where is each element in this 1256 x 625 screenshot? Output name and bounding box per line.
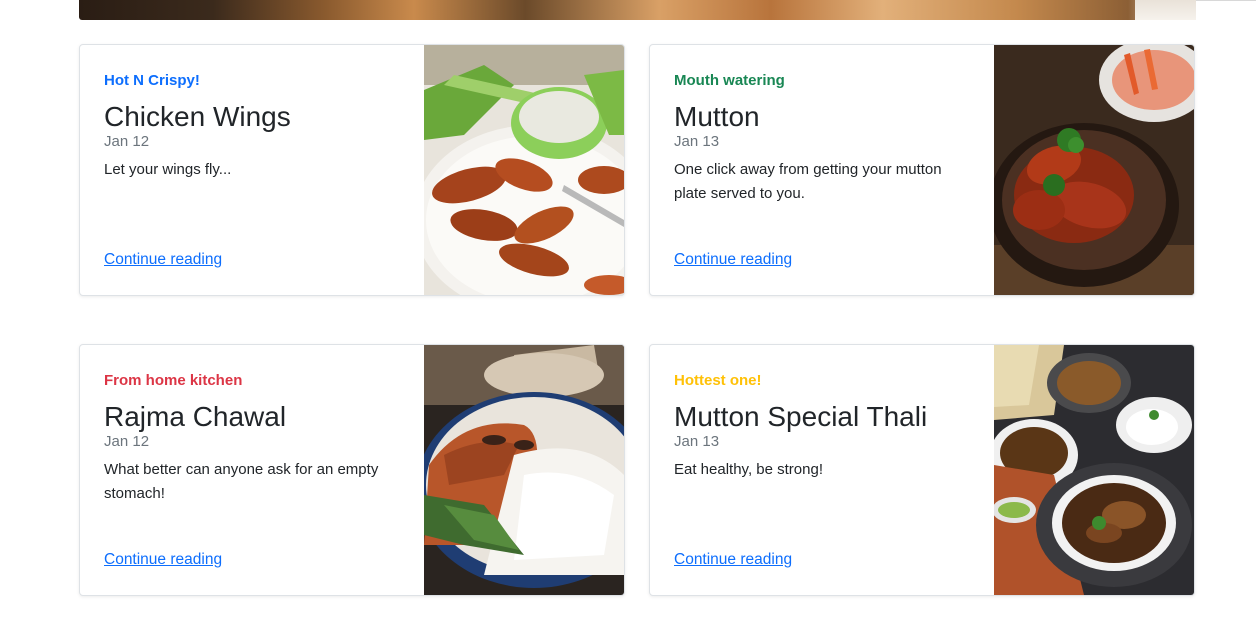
continue-reading-link[interactable]: Continue reading <box>674 551 792 569</box>
chicken-wings-image <box>424 45 624 295</box>
card-date: Jan 13 <box>674 133 720 150</box>
card-excerpt: What better can anyone ask for an empty … <box>104 461 379 502</box>
card-excerpt: One click away from getting your mutton … <box>674 161 942 202</box>
card-excerpt: Eat healthy, be strong! <box>674 461 823 478</box>
featured-card-mutton: Mouth watering Mutton Jan 13 One click a… <box>649 44 1195 296</box>
card-excerpt: Let your wings fly... <box>104 161 232 178</box>
featured-card-rajma-chawal: From home kitchen Rajma Chawal Jan 12 Wh… <box>79 344 625 596</box>
card-category: From home kitchen <box>104 372 243 389</box>
mutton-image <box>994 45 1194 295</box>
card-date: Jan 12 <box>104 433 150 450</box>
card-date: Jan 12 <box>104 133 150 150</box>
card-date: Jan 13 <box>674 433 720 450</box>
divider <box>1196 0 1256 5</box>
featured-card-mutton-special-thali: Hottest one! Mutton Special Thali Jan 13… <box>649 344 1195 596</box>
card-title: Mutton Special Thali <box>674 401 928 432</box>
card-title: Rajma Chawal <box>104 401 287 432</box>
hero-image <box>79 0 1196 20</box>
card-category: Hottest one! <box>674 372 762 389</box>
card-category: Hot N Crispy! <box>104 72 200 89</box>
card-title: Chicken Wings <box>104 101 291 132</box>
card-category: Mouth watering <box>674 72 785 89</box>
card-title: Mutton <box>674 101 760 132</box>
continue-reading-link[interactable]: Continue reading <box>104 251 222 269</box>
continue-reading-link[interactable]: Continue reading <box>104 551 222 569</box>
rajma-chawal-image <box>424 345 624 595</box>
continue-reading-link[interactable]: Continue reading <box>674 251 792 269</box>
featured-card-chicken-wings: Hot N Crispy! Chicken Wings Jan 12 Let y… <box>79 44 625 296</box>
thali-image <box>994 345 1194 595</box>
